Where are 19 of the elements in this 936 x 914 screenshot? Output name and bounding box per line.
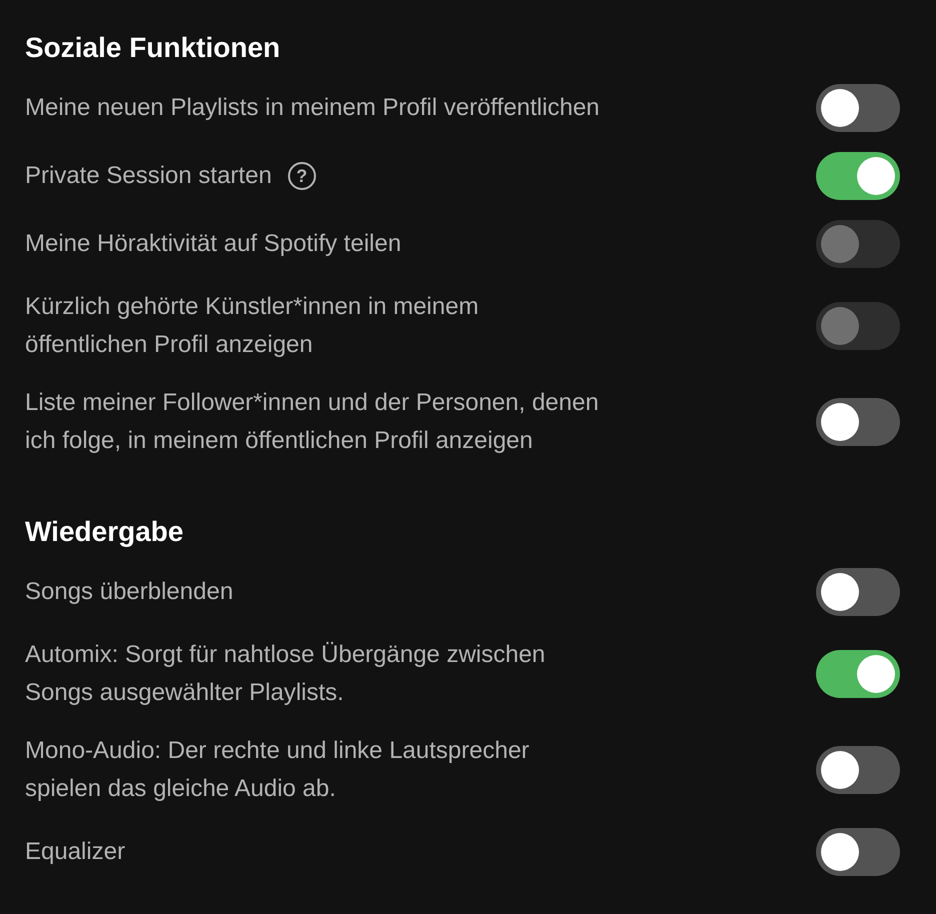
setting-label: Mono-Audio: Der rechte und linke Lautsprecher spielen das gleiche Audio ab. xyxy=(25,736,530,804)
setting-label: Meine neuen Playlists in meinem Profil veröffentlichen xyxy=(25,93,600,123)
section-heading: Soziale Funktionen xyxy=(25,31,282,65)
toggle-switch[interactable] xyxy=(816,568,900,616)
setting-label: Equalizer xyxy=(25,837,126,867)
setting-label: Automix: Sorgt für nahtlose Übergänge zwischen Songs ausgewählter Playlists. xyxy=(25,640,546,708)
toggle-switch[interactable] xyxy=(816,746,900,794)
toggle-switch[interactable] xyxy=(816,398,900,446)
toggle-switch[interactable] xyxy=(816,828,900,876)
setting-label: Songs überblenden xyxy=(25,577,234,607)
setting-label: Liste meiner Follower*innen und der Personen, denen ich folge, in meinem öffentlichen Profil anzeigen xyxy=(25,388,600,456)
toggle-switch[interactable] xyxy=(816,152,900,200)
setting-label: Private Session starten xyxy=(25,161,272,191)
toggle-switch[interactable] xyxy=(816,84,900,132)
section-heading: Wiedergabe xyxy=(25,515,184,549)
help-icon[interactable]: ? xyxy=(288,162,316,190)
setting-label: Meine Höraktivität auf Spotify teilen xyxy=(25,229,402,259)
toggle-switch[interactable] xyxy=(816,650,900,698)
setting-label: Kürzlich gehörte Künstler*innen in meinem öffentlichen Profil anzeigen xyxy=(25,292,480,360)
